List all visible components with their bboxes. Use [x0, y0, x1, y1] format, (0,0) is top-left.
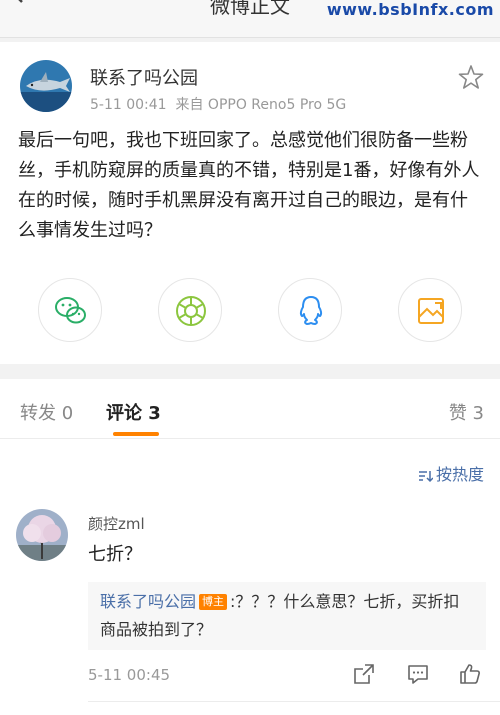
wechat-icon [55, 297, 86, 324]
post-meta: 5-11 00:41 来自 OPPO Reno5 Pro 5G [90, 94, 346, 114]
avatar[interactable] [20, 60, 72, 112]
comment-time: 5-11 00:45 [88, 666, 171, 684]
comment-icon[interactable] [406, 662, 430, 686]
tab-reposts[interactable]: 转发 0 [20, 399, 73, 425]
post-source: 来自 OPPO Reno5 Pro 5G [175, 97, 347, 113]
author-badge: 博主 [199, 594, 228, 610]
comment-reply[interactable]: 联系了吗公园 博主:？？？什么意思？七折，买折扣商品被拍到了？ [88, 582, 486, 650]
post-card: 联系了吗公园 5-11 00:41 来自 OPPO Reno5 Pro 5G 最… [0, 42, 500, 364]
post-username[interactable]: 联系了吗公园 [90, 64, 198, 90]
share-row [0, 278, 500, 342]
moments-icon [176, 296, 206, 326]
active-tab-indicator [113, 432, 159, 436]
share-qq-button[interactable] [278, 278, 342, 342]
like-icon[interactable] [458, 662, 482, 686]
repost-icon[interactable] [352, 662, 376, 686]
share-wechat-button[interactable] [38, 278, 102, 342]
comment-username[interactable]: 颜控zml [88, 513, 145, 534]
favorite-star-icon[interactable] [458, 64, 484, 90]
sort-icon [418, 470, 433, 482]
qq-icon [299, 296, 323, 325]
share-image-button[interactable] [398, 278, 462, 342]
share-moments-button[interactable] [158, 278, 222, 342]
share-image-icon [418, 298, 444, 324]
sort-button[interactable]: 按热度 [417, 461, 484, 485]
comment-avatar[interactable] [16, 509, 68, 561]
sort-label: 按热度 [435, 465, 484, 484]
comments-section: 按热度 颜控zml 七折？ 联系了吗公园 博主:？？？什么意思？七折，买折扣商品被… [0, 439, 500, 715]
tab-comments[interactable]: 评论 3 [106, 399, 161, 425]
post-timestamp: 5-11 00:41 [90, 97, 167, 113]
divider [88, 701, 500, 702]
watermark: www.bsbInfx.com [326, 0, 494, 19]
comment-text: 七折？ [88, 544, 142, 565]
reply-username[interactable]: 联系了吗公园 [100, 592, 196, 611]
tab-bar: 转发 0 评论 3 赞 3 [0, 379, 500, 439]
top-bar: 微博正文 www.bsbInfx.com [0, 0, 500, 38]
tab-likes[interactable]: 赞 3 [449, 399, 484, 425]
post-body: 最后一句吧，我也下班回家了。总感觉他们很防备一些粉丝，手机防窥屏的质量真的不错，… [18, 130, 480, 241]
